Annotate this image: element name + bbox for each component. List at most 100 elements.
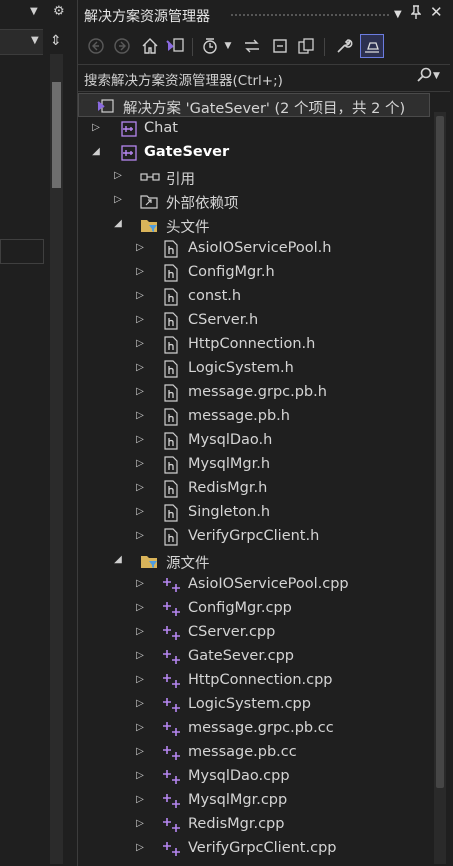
tree-label: AsioIOServicePool.cpp — [188, 576, 349, 592]
switch-views-icon[interactable] — [164, 34, 188, 58]
chevron-down-icon[interactable]: ▼ — [30, 6, 38, 17]
collapse-arrow-icon[interactable]: ◢ — [112, 218, 124, 229]
expand-arrow-icon[interactable]: ▷ — [134, 482, 146, 493]
tree-row-file[interactable]: ▷ HttpConnection.h — [78, 333, 428, 357]
tree-row-references[interactable]: ▷ 引用 — [78, 165, 428, 189]
tree-row-file[interactable]: ▷ RedisMgr.h — [78, 477, 428, 501]
expand-arrow-icon[interactable]: ▷ — [134, 626, 146, 637]
tree-row-file[interactable]: ▷ message.grpc.pb.h — [78, 381, 428, 405]
properties-icon[interactable] — [332, 34, 356, 58]
expand-arrow-icon[interactable]: ▷ — [134, 818, 146, 829]
expand-arrow-icon[interactable]: ▷ — [134, 314, 146, 325]
tree-row-file[interactable]: ▷ GateSever.cpp — [78, 645, 428, 669]
gear-icon[interactable]: ⚙ — [53, 4, 65, 19]
tree-row-file[interactable]: ▷ CServer.h — [78, 309, 428, 333]
tree-label: const.h — [188, 288, 242, 304]
chevron-down-icon[interactable]: ▼ — [433, 71, 440, 81]
expand-arrow-icon[interactable]: ▷ — [134, 290, 146, 301]
tree-row-file[interactable]: ▷ message.pb.cc — [78, 741, 428, 765]
split-icon[interactable]: ⇕ — [50, 33, 62, 49]
expand-arrow-icon[interactable]: ▷ — [90, 122, 102, 133]
show-all-files-icon[interactable] — [294, 34, 318, 58]
expand-arrow-icon[interactable]: ▷ — [134, 410, 146, 421]
close-icon[interactable]: ✕ — [430, 3, 443, 21]
home-icon[interactable] — [138, 34, 162, 58]
cpp-file-icon — [162, 648, 180, 666]
expand-arrow-icon[interactable]: ▷ — [134, 242, 146, 253]
search-box[interactable]: 搜索解决方案资源管理器(Ctrl+;) ▼ — [78, 64, 450, 92]
expand-arrow-icon[interactable]: ▷ — [134, 722, 146, 733]
tree-label: VerifyGrpcClient.h — [188, 528, 320, 544]
left-panel: ▼ ⚙ ▼ ⇕ — [0, 0, 77, 866]
forward-icon[interactable] — [110, 34, 134, 58]
expand-arrow-icon[interactable]: ▷ — [134, 434, 146, 445]
tree-row-project-gatesever[interactable]: ◢ GateSever — [78, 141, 428, 165]
pin-icon[interactable] — [410, 5, 422, 23]
expand-arrow-icon[interactable]: ▷ — [134, 362, 146, 373]
preview-icon[interactable] — [360, 34, 384, 58]
tree-row-file[interactable]: ▷ HttpConnection.cpp — [78, 669, 428, 693]
expand-arrow-icon[interactable]: ▷ — [134, 530, 146, 541]
tree-row-headers-folder[interactable]: ◢ 头文件 — [78, 213, 428, 237]
tree-scrollbar[interactable] — [434, 112, 446, 864]
expand-arrow-icon[interactable]: ▷ — [134, 794, 146, 805]
expand-arrow-icon[interactable]: ▷ — [134, 338, 146, 349]
tree-label: 头文件 — [166, 220, 210, 236]
tree-scrollbar-thumb[interactable] — [436, 116, 444, 788]
expand-arrow-icon[interactable]: ▷ — [134, 506, 146, 517]
tree-row-solution[interactable]: 解决方案 'GateSever' (2 个项目，共 2 个) — [78, 93, 430, 117]
tree-row-external-deps[interactable]: ▷ 外部依赖项 — [78, 189, 428, 213]
tree-row-file[interactable]: ▷ MysqlMgr.cpp — [78, 789, 428, 813]
cpp-file-icon — [162, 792, 180, 810]
tree-row-file[interactable]: ▷ RedisMgr.cpp — [78, 813, 428, 837]
search-input[interactable]: 搜索解决方案资源管理器(Ctrl+;) — [84, 69, 283, 89]
tree-row-file[interactable]: ▷ const.h — [78, 285, 428, 309]
left-scrollbar-thumb[interactable] — [52, 82, 61, 188]
expand-arrow-icon[interactable]: ▷ — [134, 578, 146, 589]
tree-label: LogicSystem.h — [188, 360, 294, 376]
tree-row-file[interactable]: ▷ LogicSystem.cpp — [78, 693, 428, 717]
tree-row-file[interactable]: ▷ MysqlMgr.h — [78, 453, 428, 477]
tree-row-file[interactable]: ▷ AsioIOServicePool.h — [78, 237, 428, 261]
expand-arrow-icon[interactable]: ▷ — [134, 746, 146, 757]
window-position-icon[interactable]: ▼ — [394, 9, 402, 20]
expand-arrow-icon[interactable]: ▷ — [134, 770, 146, 781]
tree-row-file[interactable]: ▷ AsioIOServicePool.cpp — [78, 573, 428, 597]
collapse-arrow-icon[interactable]: ◢ — [112, 554, 124, 565]
collapse-all-icon[interactable] — [268, 34, 292, 58]
tree-row-file[interactable]: ▷ VerifyGrpcClient.cpp — [78, 837, 428, 861]
expand-arrow-icon[interactable]: ▷ — [134, 674, 146, 685]
cpp-file-icon — [162, 672, 180, 690]
expand-arrow-icon[interactable]: ▷ — [134, 698, 146, 709]
expand-arrow-icon[interactable]: ▷ — [134, 842, 146, 853]
drag-grip[interactable] — [230, 13, 390, 17]
expand-arrow-icon[interactable]: ▷ — [134, 602, 146, 613]
expand-arrow-icon[interactable]: ▷ — [112, 170, 124, 181]
tree-row-project-chat[interactable]: ▷ Chat — [78, 117, 428, 141]
toolbar-separator — [192, 38, 193, 56]
tree-row-file[interactable]: ▷ LogicSystem.h — [78, 357, 428, 381]
tree-row-file[interactable]: ▷ message.pb.h — [78, 405, 428, 429]
tree-row-sources-folder[interactable]: ◢ 源文件 — [78, 549, 428, 573]
tree-row-file[interactable]: ▷ ConfigMgr.h — [78, 261, 428, 285]
history-icon[interactable] — [198, 34, 222, 58]
tree-row-file[interactable]: ▷ CServer.cpp — [78, 621, 428, 645]
expand-arrow-icon[interactable]: ▷ — [134, 458, 146, 469]
chevron-down-icon[interactable]: ▼ — [31, 35, 39, 46]
expand-arrow-icon[interactable]: ▷ — [134, 386, 146, 397]
tree-row-file[interactable]: ▷ message.grpc.pb.cc — [78, 717, 428, 741]
expand-arrow-icon[interactable]: ▷ — [112, 194, 124, 205]
back-icon[interactable] — [84, 34, 108, 58]
collapse-arrow-icon[interactable]: ◢ — [90, 146, 102, 157]
expand-arrow-icon[interactable]: ▷ — [134, 650, 146, 661]
expand-arrow-icon[interactable]: ▷ — [134, 266, 146, 277]
tree-row-file[interactable]: ▷ MysqlDao.cpp — [78, 765, 428, 789]
left-input-field[interactable] — [0, 239, 44, 264]
tree-row-file[interactable]: ▷ VerifyGrpcClient.h — [78, 525, 428, 549]
sync-icon[interactable] — [240, 34, 264, 58]
tree-row-file[interactable]: ▷ MysqlDao.h — [78, 429, 428, 453]
search-icon[interactable] — [416, 67, 432, 87]
tree-row-file[interactable]: ▷ Singleton.h — [78, 501, 428, 525]
tree-row-file[interactable]: ▷ ConfigMgr.cpp — [78, 597, 428, 621]
chevron-down-icon[interactable]: ▼ — [222, 34, 234, 58]
